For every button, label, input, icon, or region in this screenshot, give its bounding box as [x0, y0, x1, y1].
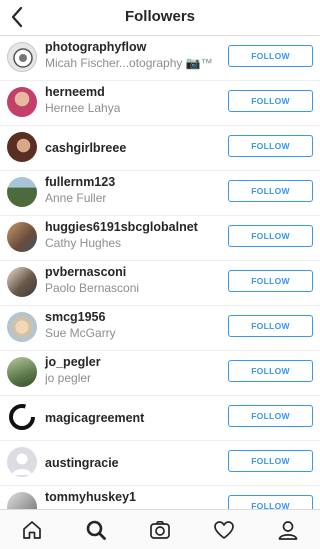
search-icon [86, 520, 106, 540]
full-name: Paolo Bernasconi [45, 281, 140, 295]
username[interactable]: magicagreement [45, 411, 144, 425]
default-avatar-icon [12, 453, 32, 475]
username[interactable]: herneemd [45, 85, 105, 99]
follow-button[interactable]: FOLLOW [228, 135, 313, 157]
username[interactable]: pvbernasconi [45, 265, 126, 279]
list-item[interactable]: tommyhuskey1 FOLLOW [0, 486, 320, 509]
full-name: Cathy Hughes [45, 236, 122, 250]
full-name: jo pegler [45, 371, 92, 385]
username[interactable]: huggies6191sbcglobalnet [45, 220, 198, 234]
follow-button[interactable]: FOLLOW [228, 225, 313, 247]
full-name: Micah Fischer...otography 📷™ [45, 56, 213, 70]
heart-icon [214, 521, 234, 539]
list-item[interactable]: smcg1956 Sue McGarry FOLLOW [0, 306, 320, 351]
list-item[interactable]: fullernm123 Anne Fuller FOLLOW [0, 171, 320, 216]
avatar[interactable] [7, 177, 37, 207]
username[interactable]: austingracie [45, 456, 119, 470]
list-item[interactable]: cashgirlbreee FOLLOW [0, 126, 320, 171]
username[interactable]: fullernm123 [45, 175, 115, 189]
camera-icon [150, 520, 170, 539]
tab-activity[interactable] [212, 518, 236, 542]
follow-button[interactable]: FOLLOW [228, 90, 313, 112]
follow-button[interactable]: FOLLOW [228, 270, 313, 292]
follow-button[interactable]: FOLLOW [228, 45, 313, 67]
list-item[interactable]: herneemd Hernee Lahya FOLLOW [0, 81, 320, 126]
follow-button[interactable]: FOLLOW [228, 180, 313, 202]
list-item[interactable]: huggies6191sbcglobalnet Cathy Hughes FOL… [0, 216, 320, 261]
follow-button[interactable]: FOLLOW [228, 450, 313, 472]
home-icon [23, 521, 41, 539]
avatar[interactable] [7, 87, 37, 117]
avatar[interactable] [7, 402, 37, 432]
full-name: Sue McGarry [45, 326, 116, 340]
username[interactable]: photographyflow [45, 40, 146, 54]
avatar[interactable] [7, 447, 37, 477]
tab-profile[interactable] [276, 518, 300, 542]
tab-camera[interactable] [148, 518, 172, 542]
username[interactable]: tommyhuskey1 [45, 490, 136, 504]
avatar[interactable] [7, 132, 37, 162]
tab-search[interactable] [84, 518, 108, 542]
list-item[interactable]: photographyflow Micah Fischer...otograph… [0, 36, 320, 81]
followers-list[interactable]: photographyflow Micah Fischer...otograph… [0, 36, 320, 509]
full-name: Anne Fuller [45, 191, 107, 205]
tab-bar [0, 509, 320, 549]
full-name: Hernee Lahya [45, 101, 121, 115]
tab-home[interactable] [20, 518, 44, 542]
header: Followers [0, 0, 320, 36]
page-title: Followers [124, 8, 195, 25]
profile-icon [278, 521, 298, 540]
username[interactable]: cashgirlbreee [45, 141, 126, 155]
list-item[interactable]: magicagreement FOLLOW [0, 396, 320, 441]
username[interactable]: smcg1956 [45, 310, 105, 324]
list-item[interactable]: pvbernasconi Paolo Bernasconi FOLLOW [0, 261, 320, 306]
avatar[interactable] [7, 357, 37, 387]
follow-button[interactable]: FOLLOW [228, 405, 313, 427]
follow-button[interactable]: FOLLOW [228, 315, 313, 337]
avatar[interactable] [7, 42, 37, 72]
list-item[interactable]: jo_pegler jo pegler FOLLOW [0, 351, 320, 396]
avatar[interactable] [7, 312, 37, 342]
list-item[interactable]: austingracie FOLLOW [0, 441, 320, 486]
follow-button[interactable]: FOLLOW [228, 360, 313, 382]
avatar[interactable] [7, 267, 37, 297]
avatar[interactable] [7, 222, 37, 252]
username[interactable]: jo_pegler [45, 355, 101, 369]
follow-button[interactable]: FOLLOW [228, 495, 313, 509]
avatar[interactable] [7, 492, 37, 509]
